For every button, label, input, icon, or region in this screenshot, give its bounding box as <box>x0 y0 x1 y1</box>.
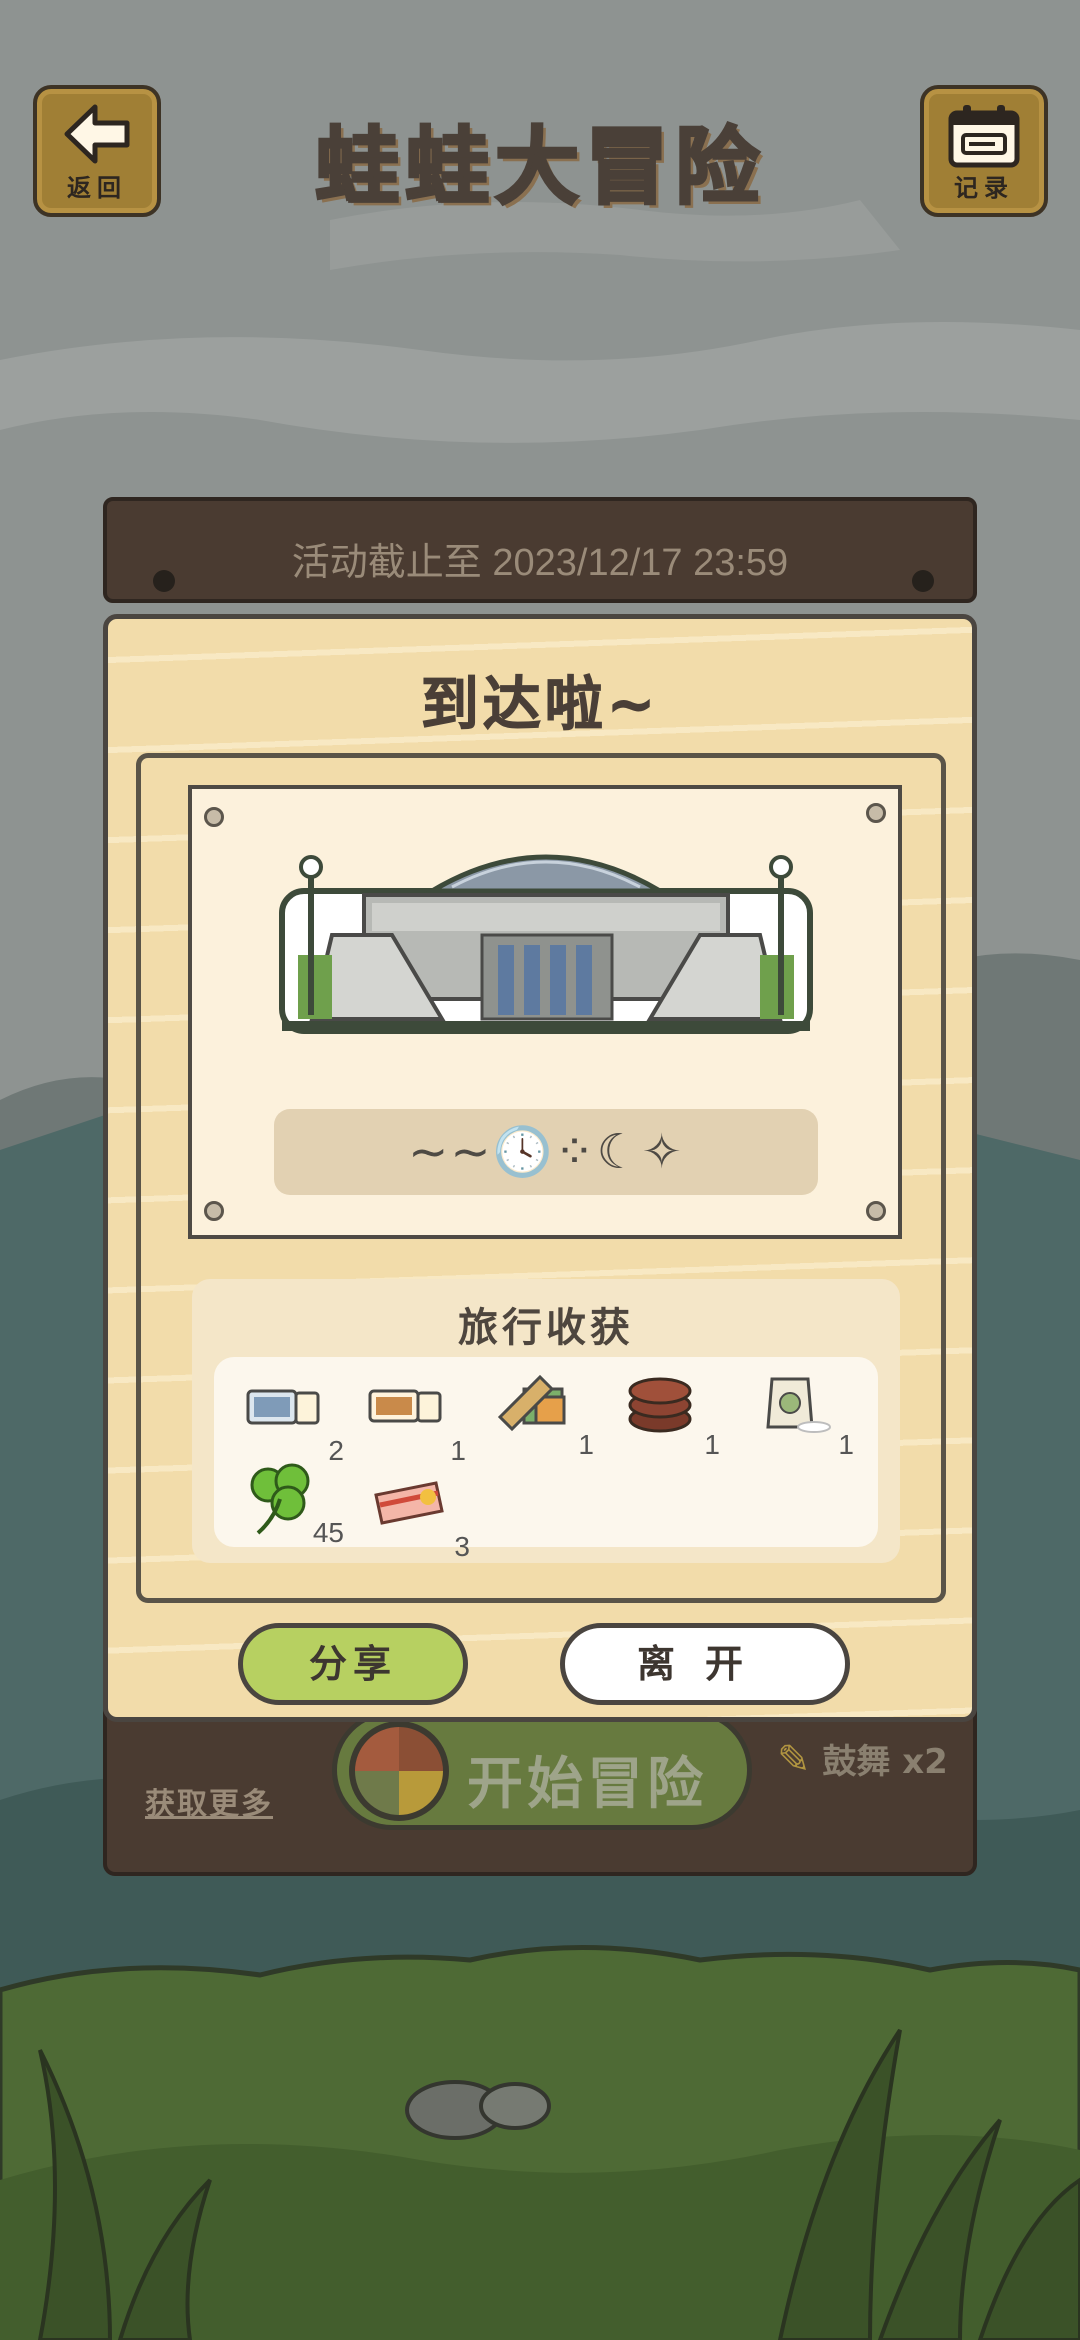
item-quantity: 1 <box>578 1429 594 1460</box>
harvest-item[interactable]: 2 <box>244 1377 344 1467</box>
item-quantity: 3 <box>454 1531 470 1562</box>
harvest-item[interactable]: 1 <box>754 1371 854 1461</box>
ticket-orange-icon <box>368 1389 442 1423</box>
record-button[interactable]: 记录 <box>920 85 1048 217</box>
item-quantity: 1 <box>704 1429 720 1460</box>
arrival-dialog: 到达啦~ ~~🕓⁘☾✧ 旅行收获 2 1 1 1 1 45 3 分享 离开 <box>103 614 977 1722</box>
wood-log-icon <box>497 1374 566 1432</box>
action-board: 获取更多 开始冒险 ✎ 鼓舞 x2 <box>103 1700 977 1876</box>
destination-postcard: ~~🕓⁘☾✧ <box>188 785 902 1239</box>
harvest-item[interactable]: 3 <box>370 1473 470 1563</box>
start-adventure-button[interactable]: 开始冒险 <box>332 1710 752 1830</box>
drum-icon: ✎ <box>777 1737 811 1783</box>
museum-building-illustration <box>279 854 813 1034</box>
harvest-title: 旅行收获 <box>458 1305 634 1351</box>
leave-button[interactable]: 离开 <box>560 1623 850 1705</box>
item-quantity: 1 <box>838 1429 854 1460</box>
record-label: 记录 <box>954 174 1014 202</box>
travel-harvest-panel: 旅行收获 2 1 1 1 1 45 3 <box>192 1279 900 1563</box>
ticket-photo-icon <box>246 1389 320 1425</box>
deadline-text: 活动截止至 2023/12/17 23:59 <box>291 542 789 584</box>
screw-icon <box>204 807 224 827</box>
spin-wheel-icon <box>349 1721 449 1821</box>
dialog-title: 到达啦~ <box>420 670 660 739</box>
drum-label: 鼓舞 <box>822 1742 891 1782</box>
get-more-link[interactable]: 获取更多 <box>145 1779 273 1823</box>
screw-icon <box>866 803 886 823</box>
calendar-icon <box>924 103 1044 173</box>
harvest-item[interactable]: 1 <box>494 1371 594 1461</box>
flour-bag-icon <box>766 1377 831 1433</box>
page-title: 蛙蛙大冒险 <box>313 117 765 218</box>
screw-icon <box>204 1201 224 1221</box>
share-button[interactable]: 分享 <box>238 1623 468 1705</box>
sausage-stack-icon <box>628 1377 692 1433</box>
board-peg <box>912 570 934 592</box>
harvest-items: 2 1 1 1 1 45 3 <box>214 1357 878 1562</box>
back-label: 返回 <box>67 174 127 202</box>
back-button[interactable]: 返回 <box>33 85 161 217</box>
drum-count: x2 <box>902 1742 948 1782</box>
board-peg <box>153 570 175 592</box>
bacon-icon <box>374 1481 444 1525</box>
start-adventure-label: 开始冒险 <box>467 1752 707 1817</box>
item-quantity: 1 <box>450 1435 466 1466</box>
arrow-left-icon <box>37 103 157 173</box>
item-quantity: 45 <box>312 1517 344 1548</box>
harvest-item[interactable]: 45 <box>244 1459 344 1549</box>
deadline-board: 活动截止至 2023/12/17 23:59 <box>103 497 977 603</box>
harvest-item[interactable]: 1 <box>620 1371 720 1461</box>
screw-icon <box>866 1201 886 1221</box>
destination-clue: ~~🕓⁘☾✧ <box>274 1109 818 1195</box>
harvest-item[interactable]: 1 <box>366 1377 466 1467</box>
drum-counter[interactable]: ✎ 鼓舞 x2 <box>777 1734 948 1783</box>
